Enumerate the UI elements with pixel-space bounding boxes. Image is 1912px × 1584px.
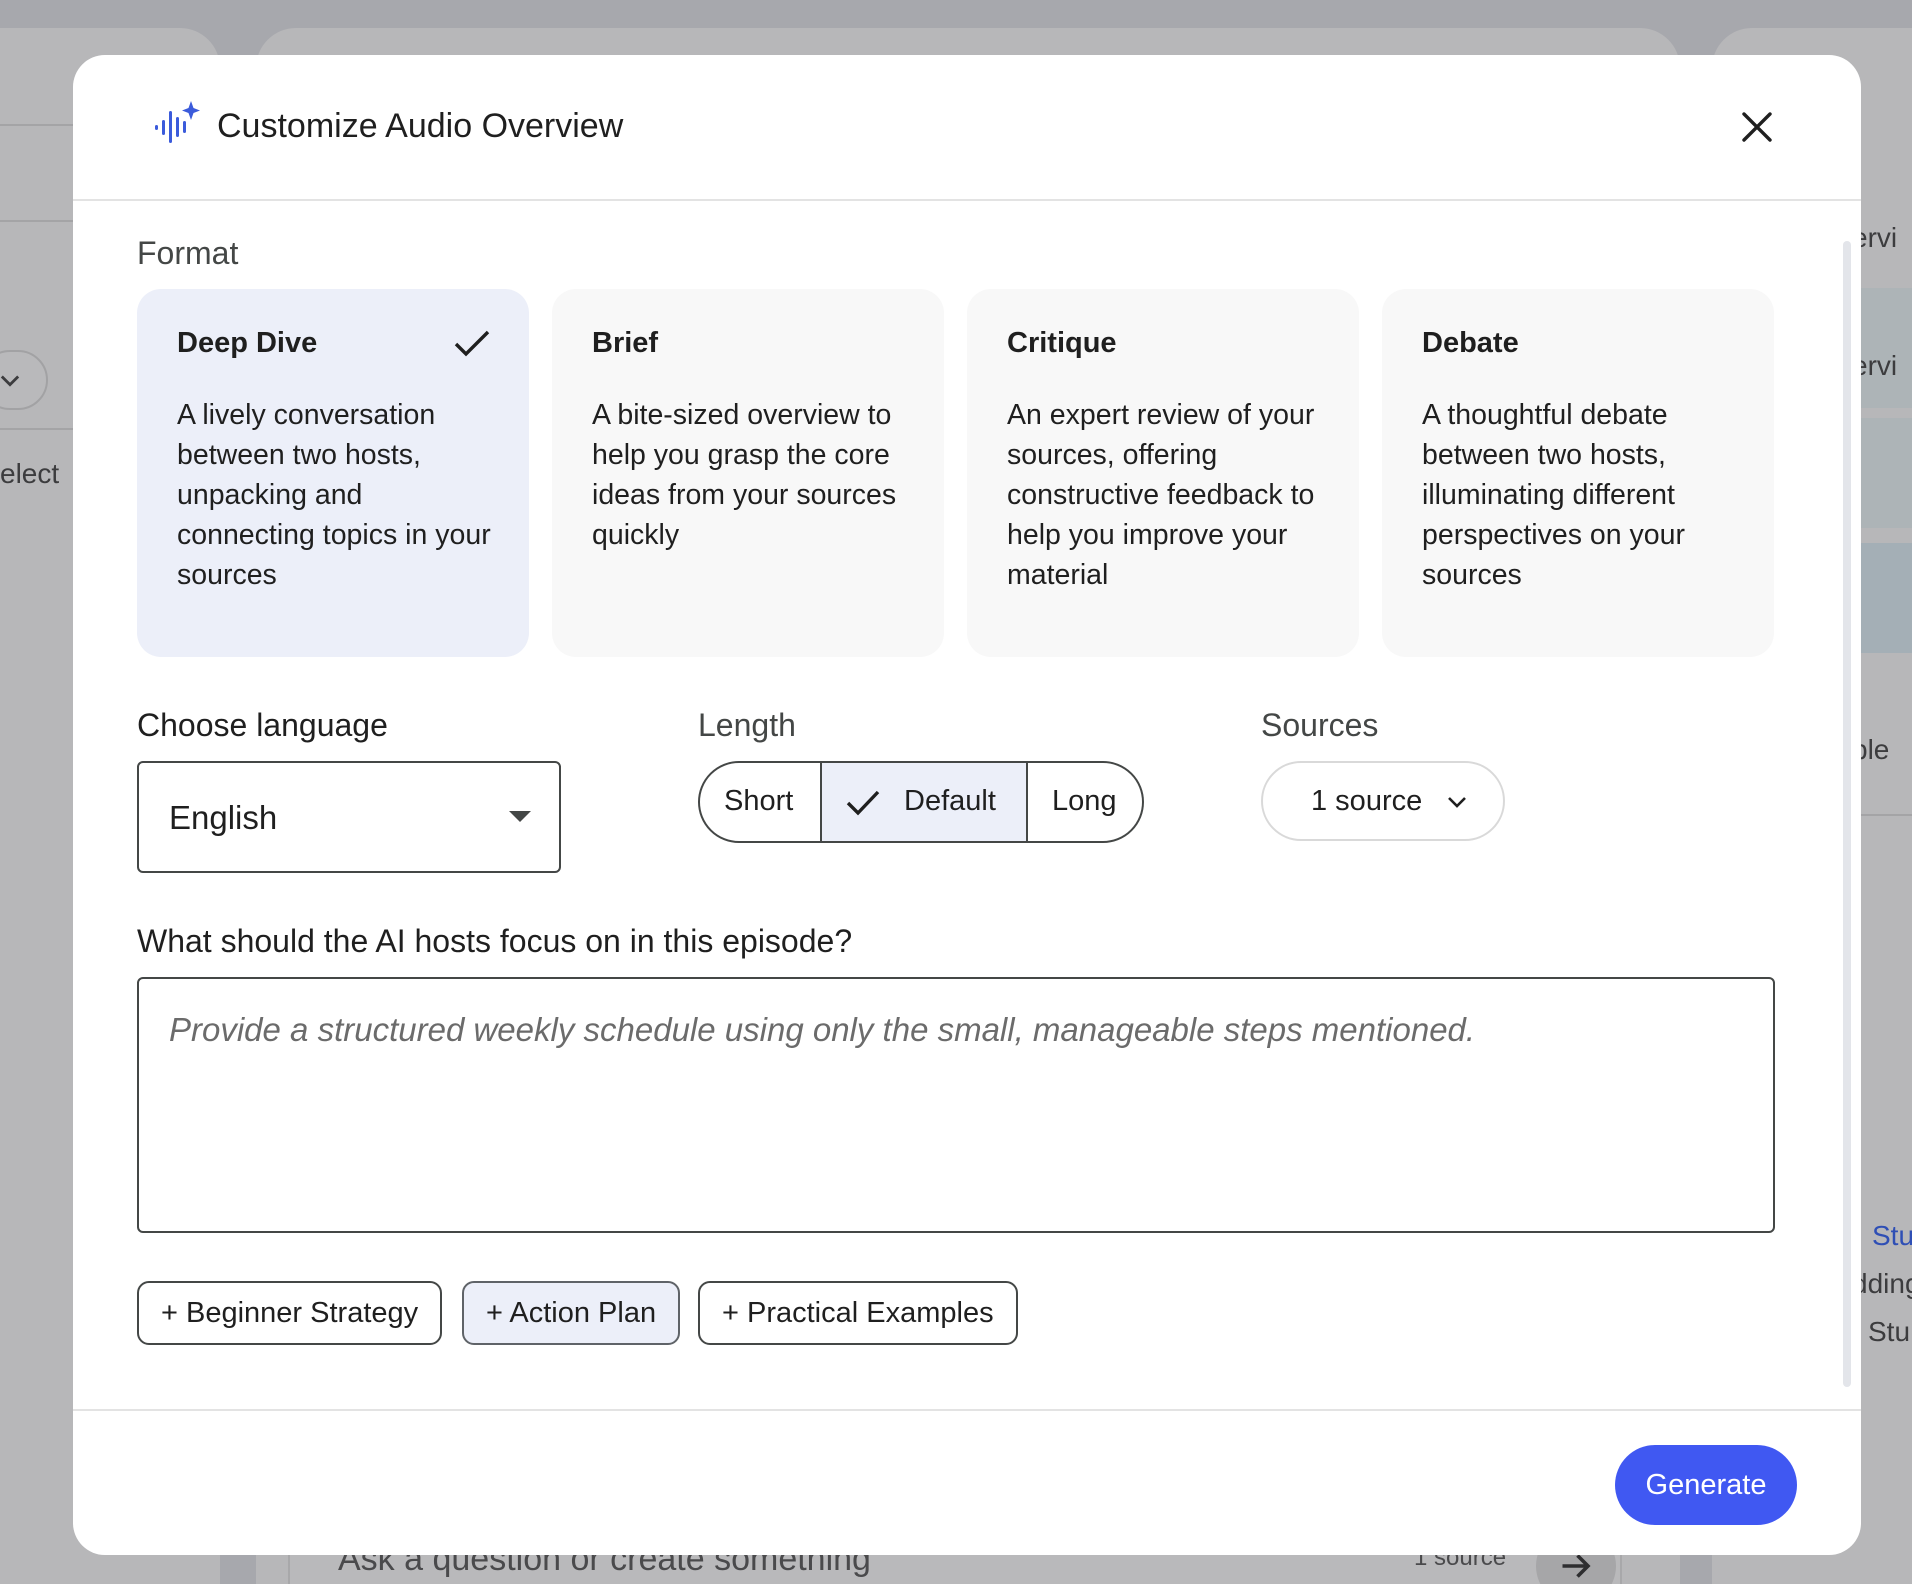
checkmark-icon (454, 330, 490, 357)
format-card-title: Brief (592, 327, 659, 359)
footer-divider (73, 1409, 1861, 1411)
checkmark-icon (846, 790, 880, 816)
format-card-deep-dive[interactable]: Deep Dive A lively conversation between … (137, 289, 529, 657)
sources-dropdown[interactable]: 1 source (1261, 761, 1505, 841)
format-card-description: A bite-sized overview to help you grasp … (592, 399, 897, 551)
length-option-label: Long (1052, 785, 1117, 817)
format-card-critique[interactable]: Critique An expert review of your source… (967, 289, 1359, 657)
format-card-brief[interactable]: Brief A bite-sized overview to help you … (552, 289, 944, 657)
length-option-label: Short (724, 785, 794, 817)
dialog-scrollbar[interactable] (1843, 241, 1851, 1387)
close-icon (1742, 112, 1772, 142)
length-option-long[interactable]: Long (1028, 763, 1142, 841)
format-card-debate[interactable]: Debate A thoughtful debate between two h… (1382, 289, 1774, 657)
length-label: Length (698, 707, 796, 743)
chevron-down-icon (1448, 797, 1466, 808)
dialog-header: Customize Audio Overview (73, 55, 1861, 201)
language-select[interactable]: English (137, 761, 561, 873)
chevron-down-icon (0, 375, 20, 387)
bg-note-label: dding (1852, 1268, 1912, 1299)
format-card-description: An expert review of your sources, offeri… (1007, 399, 1315, 591)
customize-audio-dialog: Customize Audio Overview Format Deep Div… (73, 55, 1861, 1555)
bg-studio-link: Stu (1872, 1220, 1912, 1251)
suggestion-chip-beginner-strategy[interactable]: + Beginner Strategy (137, 1281, 443, 1345)
caret-down-icon (509, 811, 531, 822)
bg-select-label: elect (0, 458, 60, 489)
focus-label: What should the AI hosts focus on in thi… (137, 923, 853, 959)
sources-value: 1 source (1311, 785, 1423, 817)
length-option-default[interactable]: Default (822, 763, 1028, 841)
audio-sparkle-icon (155, 101, 200, 143)
length-option-label: Default (904, 785, 996, 817)
format-card-description: A thoughtful debate between two hosts, i… (1422, 399, 1685, 591)
language-value: English (169, 799, 278, 836)
bg-note-label: Stu (1868, 1316, 1911, 1347)
length-segmented-control: Short Default Long (698, 761, 1144, 843)
suggestion-chip-practical-examples[interactable]: + Practical Examples (698, 1281, 1018, 1345)
format-card-title: Critique (1007, 327, 1117, 359)
format-card-title: Deep Dive (177, 327, 318, 359)
sources-label: Sources (1261, 707, 1379, 743)
length-option-short[interactable]: Short (700, 763, 822, 841)
format-card-description: A lively conversation between two hosts,… (177, 399, 491, 591)
format-card-title: Debate (1422, 327, 1519, 359)
focus-textarea[interactable] (137, 977, 1775, 1233)
generate-button[interactable]: Generate (1615, 1445, 1797, 1525)
suggestion-chip-action-plan[interactable]: + Action Plan (462, 1281, 681, 1345)
close-button[interactable] (1733, 103, 1781, 151)
dialog-title: Customize Audio Overview (217, 107, 624, 145)
language-label: Choose language (137, 707, 388, 743)
format-label: Format (137, 235, 239, 271)
